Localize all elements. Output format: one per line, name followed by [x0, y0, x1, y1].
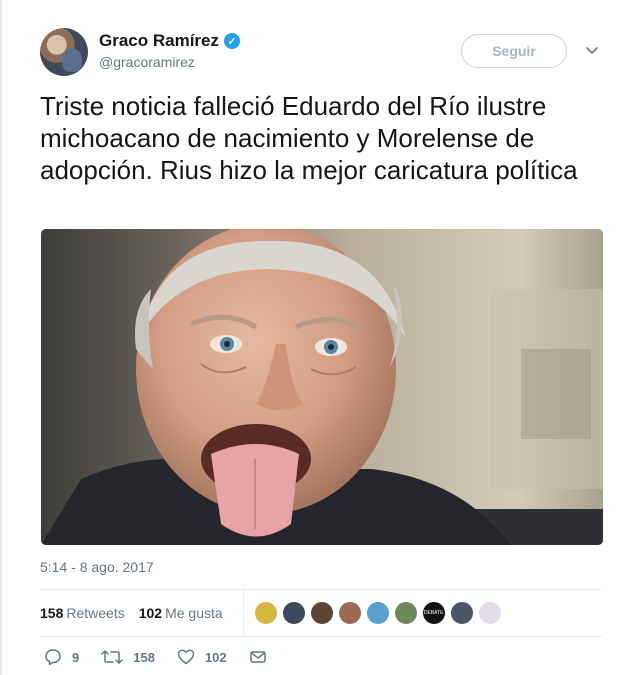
tweet-actions: 9 158 102 — [44, 648, 299, 666]
tweet-header: Graco Ramírez ✓ @gracoramirez Seguir — [40, 28, 610, 78]
avatar[interactable] — [40, 28, 88, 76]
tweet-photo[interactable] — [41, 229, 603, 545]
stats-separator — [242, 590, 244, 636]
reply-action[interactable]: 9 — [44, 648, 79, 666]
name-row: Graco Ramírez ✓ — [99, 31, 240, 51]
likes-label: Me gusta — [165, 605, 223, 621]
retweets-stat[interactable]: 158 Retweets — [40, 605, 125, 621]
like-count: 102 — [204, 649, 227, 665]
liker-avatar[interactable] — [337, 601, 362, 625]
tweet-timestamp[interactable]: 5:14 - 8 ago. 2017 — [40, 559, 154, 575]
chevron-down-icon[interactable] — [584, 42, 600, 58]
follow-button[interactable]: Seguir — [461, 34, 567, 68]
retweet-action[interactable]: 158 — [101, 648, 155, 666]
like-action[interactable]: 102 — [177, 648, 227, 666]
liker-avatar[interactable] — [477, 601, 502, 625]
liker-avatar[interactable] — [449, 601, 474, 625]
retweet-icon — [101, 650, 123, 664]
reply-count: 9 — [72, 649, 80, 665]
liker-avatar[interactable] — [393, 601, 418, 625]
reply-icon — [45, 649, 61, 666]
likes-count: 102 — [138, 605, 163, 621]
heart-icon — [177, 649, 195, 665]
liker-avatar[interactable] — [365, 601, 390, 625]
retweets-count: 158 — [40, 605, 64, 621]
message-action[interactable] — [249, 648, 277, 666]
liker-avatar[interactable] — [253, 601, 278, 625]
user-name[interactable]: Graco Ramírez — [99, 31, 219, 51]
liker-avatar[interactable] — [281, 601, 306, 625]
retweets-label: Retweets — [66, 605, 125, 621]
tweet-stats: 158 Retweets 102 Me gusta DEBATE — [40, 590, 602, 636]
retweet-count: 158 — [133, 649, 155, 665]
liker-avatar[interactable]: DEBATE — [421, 601, 446, 625]
liker-avatars: DEBATE — [253, 601, 506, 625]
photo-illustration — [41, 229, 603, 545]
tweet-text: Triste noticia falleció Eduardo del Río … — [40, 91, 578, 185]
window-edge — [0, 0, 2, 675]
likes-stat[interactable]: 102 Me gusta — [139, 605, 223, 621]
divider-bottom — [40, 636, 602, 637]
user-handle[interactable]: @gracoramirez — [99, 54, 195, 70]
liker-avatar[interactable] — [309, 601, 334, 625]
avatar-figure — [62, 48, 82, 72]
verified-badge-icon: ✓ — [224, 33, 240, 49]
envelope-icon — [249, 651, 266, 663]
